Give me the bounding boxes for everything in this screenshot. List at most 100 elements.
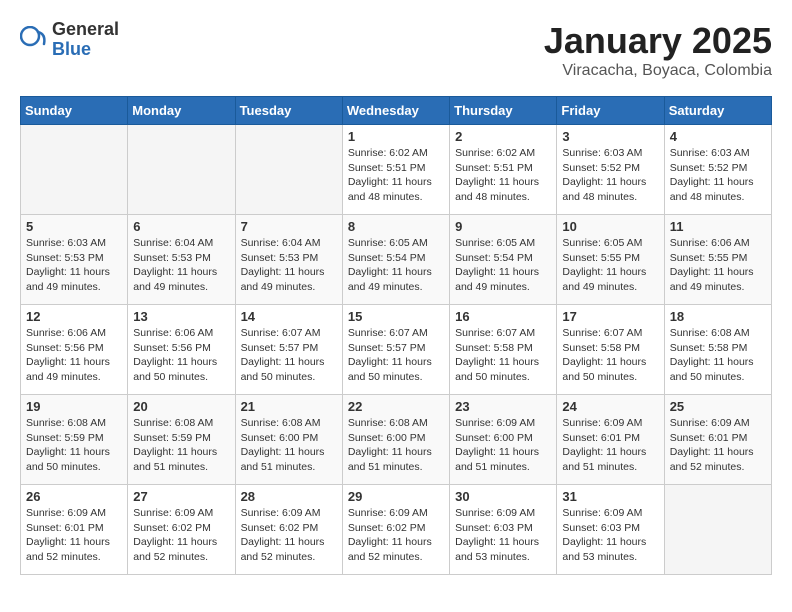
weekday-header-tuesday: Tuesday (235, 97, 342, 125)
weekday-header-sunday: Sunday (21, 97, 128, 125)
calendar-cell: 24 Sunrise: 6:09 AMSunset: 6:01 PMDayligh… (557, 395, 664, 485)
calendar-cell (128, 125, 235, 215)
day-info: Sunrise: 6:07 AMSunset: 5:58 PMDaylight:… (562, 326, 658, 385)
day-number: 24 (562, 399, 658, 414)
day-info: Sunrise: 6:06 AMSunset: 5:56 PMDaylight:… (133, 326, 229, 385)
day-number: 3 (562, 129, 658, 144)
day-info: Sunrise: 6:07 AMSunset: 5:57 PMDaylight:… (348, 326, 444, 385)
day-number: 16 (455, 309, 551, 324)
day-number: 29 (348, 489, 444, 504)
day-number: 4 (670, 129, 766, 144)
calendar-cell: 20Sunrise: 6:08 AMSunset: 5:59 PMDayligh… (128, 395, 235, 485)
page-header: General Blue January 2025 Viracacha, Boy… (20, 20, 772, 80)
title-area: January 2025 Viracacha, Boyaca, Colombia (544, 20, 772, 80)
calendar-cell: 19 Sunrise: 6:08 AMSunset: 5:59 PMDayligh… (21, 395, 128, 485)
day-info: Sunrise: 6:02 AMSunset: 5:51 PMDaylight:… (455, 146, 551, 205)
calendar-cell: 31 Sunrise: 6:09 AMSunset: 6:03 PMDayligh… (557, 485, 664, 575)
day-info: Sunrise: 6:09 AMSunset: 6:01 PMDaylight:… (670, 416, 766, 475)
day-number: 7 (241, 219, 337, 234)
logo-blue-text: Blue (52, 40, 119, 60)
day-number: 25 (670, 399, 766, 414)
calendar-cell: 18Sunrise: 6:08 AMSunset: 5:58 PMDayligh… (664, 305, 771, 395)
calendar-cell: 14 Sunrise: 6:07 AMSunset: 5:57 PMDayligh… (235, 305, 342, 395)
calendar-cell: 16 Sunrise: 6:07 AMSunset: 5:58 PMDayligh… (450, 305, 557, 395)
calendar-week-3: 12 Sunrise: 6:06 AMSunset: 5:56 PMDayligh… (21, 305, 772, 395)
day-info: Sunrise: 6:05 AMSunset: 5:55 PMDaylight:… (562, 236, 658, 295)
logo-icon (20, 26, 48, 54)
weekday-header-monday: Monday (128, 97, 235, 125)
calendar-cell: 8 Sunrise: 6:05 AMSunset: 5:54 PMDaylight… (342, 215, 449, 305)
day-number: 31 (562, 489, 658, 504)
day-info: Sunrise: 6:02 AMSunset: 5:51 PMDaylight:… (348, 146, 444, 205)
calendar-cell: 3 Sunrise: 6:03 AMSunset: 5:52 PMDaylight… (557, 125, 664, 215)
day-number: 14 (241, 309, 337, 324)
day-info: Sunrise: 6:05 AMSunset: 5:54 PMDaylight:… (348, 236, 444, 295)
day-number: 28 (241, 489, 337, 504)
calendar-cell (235, 125, 342, 215)
day-info: Sunrise: 6:04 AMSunset: 5:53 PMDaylight:… (241, 236, 337, 295)
calendar-cell: 26 Sunrise: 6:09 AMSunset: 6:01 PMDayligh… (21, 485, 128, 575)
calendar-cell: 22Sunrise: 6:08 AMSunset: 6:00 PMDayligh… (342, 395, 449, 485)
day-number: 12 (26, 309, 122, 324)
day-number: 21 (241, 399, 337, 414)
calendar-cell: 23 Sunrise: 6:09 AMSunset: 6:00 PMDayligh… (450, 395, 557, 485)
day-number: 23 (455, 399, 551, 414)
logo: General Blue (20, 20, 119, 60)
day-number: 2 (455, 129, 551, 144)
day-number: 6 (133, 219, 229, 234)
calendar-cell: 5Sunrise: 6:03 AMSunset: 5:53 PMDaylight… (21, 215, 128, 305)
calendar-cell: 12 Sunrise: 6:06 AMSunset: 5:56 PMDayligh… (21, 305, 128, 395)
day-info: Sunrise: 6:05 AMSunset: 5:54 PMDaylight:… (455, 236, 551, 295)
calendar-cell: 2 Sunrise: 6:02 AMSunset: 5:51 PMDaylight… (450, 125, 557, 215)
day-info: Sunrise: 6:09 AMSunset: 6:03 PMDaylight:… (562, 506, 658, 565)
day-info: Sunrise: 6:03 AMSunset: 5:52 PMDaylight:… (670, 146, 766, 205)
day-number: 17 (562, 309, 658, 324)
calendar-cell: 17 Sunrise: 6:07 AMSunset: 5:58 PMDayligh… (557, 305, 664, 395)
day-info: Sunrise: 6:07 AMSunset: 5:58 PMDaylight:… (455, 326, 551, 385)
calendar-cell: 13Sunrise: 6:06 AMSunset: 5:56 PMDayligh… (128, 305, 235, 395)
calendar-week-5: 26 Sunrise: 6:09 AMSunset: 6:01 PMDayligh… (21, 485, 772, 575)
day-info: Sunrise: 6:09 AMSunset: 6:01 PMDaylight:… (26, 506, 122, 565)
day-number: 27 (133, 489, 229, 504)
day-info: Sunrise: 6:09 AMSunset: 6:02 PMDaylight:… (133, 506, 229, 565)
calendar-cell: 11Sunrise: 6:06 AMSunset: 5:55 PMDayligh… (664, 215, 771, 305)
calendar-cell: 9 Sunrise: 6:05 AMSunset: 5:54 PMDaylight… (450, 215, 557, 305)
calendar-cell: 25 Sunrise: 6:09 AMSunset: 6:01 PMDayligh… (664, 395, 771, 485)
calendar-week-1: 1Sunrise: 6:02 AMSunset: 5:51 PMDaylight… (21, 125, 772, 215)
day-info: Sunrise: 6:07 AMSunset: 5:57 PMDaylight:… (241, 326, 337, 385)
day-info: Sunrise: 6:06 AMSunset: 5:56 PMDaylight:… (26, 326, 122, 385)
day-info: Sunrise: 6:08 AMSunset: 5:58 PMDaylight:… (670, 326, 766, 385)
weekday-header-friday: Friday (557, 97, 664, 125)
day-number: 8 (348, 219, 444, 234)
month-title: January 2025 (544, 20, 772, 62)
day-number: 10 (562, 219, 658, 234)
day-number: 26 (26, 489, 122, 504)
weekday-header-row: SundayMondayTuesdayWednesdayThursdayFrid… (21, 97, 772, 125)
calendar-week-4: 19 Sunrise: 6:08 AMSunset: 5:59 PMDayligh… (21, 395, 772, 485)
calendar-table: SundayMondayTuesdayWednesdayThursdayFrid… (20, 96, 772, 575)
calendar-cell: 10 Sunrise: 6:05 AMSunset: 5:55 PMDayligh… (557, 215, 664, 305)
day-number: 9 (455, 219, 551, 234)
calendar-cell: 1Sunrise: 6:02 AMSunset: 5:51 PMDaylight… (342, 125, 449, 215)
day-info: Sunrise: 6:08 AMSunset: 5:59 PMDaylight:… (26, 416, 122, 475)
calendar-cell: 29Sunrise: 6:09 AMSunset: 6:02 PMDayligh… (342, 485, 449, 575)
day-number: 30 (455, 489, 551, 504)
day-info: Sunrise: 6:03 AMSunset: 5:52 PMDaylight:… (562, 146, 658, 205)
location-subtitle: Viracacha, Boyaca, Colombia (544, 62, 772, 80)
weekday-header-saturday: Saturday (664, 97, 771, 125)
day-info: Sunrise: 6:04 AMSunset: 5:53 PMDaylight:… (133, 236, 229, 295)
calendar-cell: 7 Sunrise: 6:04 AMSunset: 5:53 PMDaylight… (235, 215, 342, 305)
day-number: 22 (348, 399, 444, 414)
logo-general-text: General (52, 20, 119, 40)
weekday-header-thursday: Thursday (450, 97, 557, 125)
calendar-cell: 4 Sunrise: 6:03 AMSunset: 5:52 PMDaylight… (664, 125, 771, 215)
day-number: 19 (26, 399, 122, 414)
calendar-cell: 27 Sunrise: 6:09 AMSunset: 6:02 PMDayligh… (128, 485, 235, 575)
day-info: Sunrise: 6:08 AMSunset: 6:00 PMDaylight:… (241, 416, 337, 475)
day-info: Sunrise: 6:09 AMSunset: 6:00 PMDaylight:… (455, 416, 551, 475)
day-info: Sunrise: 6:09 AMSunset: 6:01 PMDaylight:… (562, 416, 658, 475)
day-info: Sunrise: 6:09 AMSunset: 6:02 PMDaylight:… (241, 506, 337, 565)
day-info: Sunrise: 6:08 AMSunset: 5:59 PMDaylight:… (133, 416, 229, 475)
calendar-cell: 15Sunrise: 6:07 AMSunset: 5:57 PMDayligh… (342, 305, 449, 395)
calendar-cell (21, 125, 128, 215)
